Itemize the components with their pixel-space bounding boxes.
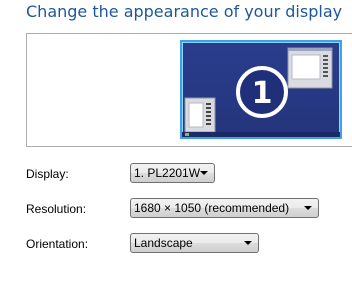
resolution-label: Resolution: bbox=[26, 202, 87, 216]
chevron-down-icon bbox=[304, 206, 312, 210]
orientation-select[interactable]: Landscape bbox=[130, 233, 259, 253]
page-title: Change the appearance of your display bbox=[26, 2, 343, 21]
monitor-desktop-thumbnail: 1 bbox=[182, 47, 340, 137]
monitor-number-label: 1 bbox=[252, 76, 273, 111]
window-thumbnail-icon bbox=[287, 47, 333, 89]
start-button-icon bbox=[185, 133, 189, 136]
display-select[interactable]: 1. PL2201W bbox=[130, 163, 215, 183]
orientation-select-value: Landscape bbox=[134, 236, 193, 250]
orientation-label: Orientation: bbox=[26, 237, 89, 251]
taskbar-strip bbox=[182, 132, 340, 137]
resolution-select[interactable]: 1680 × 1050 (recommended) bbox=[130, 198, 319, 218]
display-label: Display: bbox=[26, 167, 69, 181]
chevron-down-icon bbox=[244, 241, 252, 245]
monitor-1-preview[interactable]: 1 bbox=[180, 40, 342, 139]
monitor-number-badge: 1 bbox=[236, 66, 288, 118]
resolution-select-value: 1680 × 1050 (recommended) bbox=[134, 201, 290, 215]
display-select-value: 1. PL2201W bbox=[134, 166, 201, 180]
window-thumbnail-small-icon bbox=[184, 97, 216, 133]
display-settings-page: Change the appearance of your display 1 … bbox=[0, 0, 352, 283]
chevron-down-icon bbox=[200, 171, 208, 175]
